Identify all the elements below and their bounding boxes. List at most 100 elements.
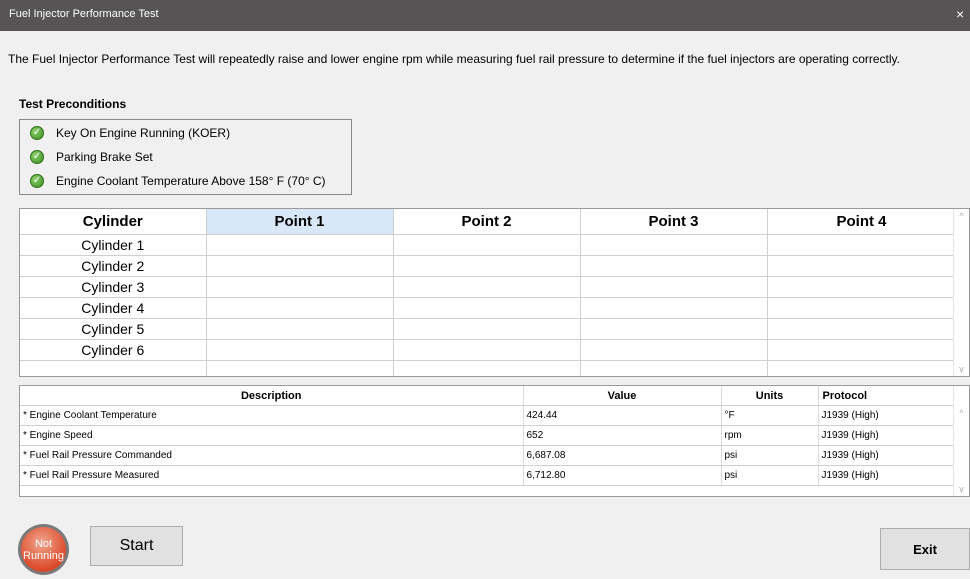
- precondition-item: ✓ Parking Brake Set: [30, 147, 153, 167]
- check-icon: ✓: [30, 174, 44, 188]
- precondition-item: ✓ Key On Engine Running (KOER): [30, 123, 230, 143]
- cylinder-name: Cylinder 3: [20, 276, 207, 298]
- window-title: Fuel Injector Performance Test: [9, 8, 159, 20]
- table-cell: [580, 255, 768, 277]
- table-cell: [206, 339, 394, 361]
- table-cell: [580, 276, 768, 298]
- table-cell: [767, 360, 957, 376]
- table-cell: [767, 276, 957, 298]
- col-header-units[interactable]: Units: [721, 386, 819, 406]
- status-line-1: Not: [34, 537, 53, 550]
- table-row[interactable]: * Fuel Rail Pressure Measured 6,712.80 p…: [20, 465, 957, 486]
- col-header-value[interactable]: Value: [523, 386, 722, 406]
- data-table-scrollbar[interactable]: ^ v: [953, 386, 969, 496]
- units-cell: rpm: [721, 425, 819, 446]
- cylinder-name: Cylinder 1: [20, 234, 207, 256]
- table-cell: [393, 360, 581, 376]
- precondition-label: Engine Coolant Temperature Above 158° F …: [56, 174, 326, 188]
- protocol-cell: J1939 (High): [818, 465, 957, 486]
- table-cell: [580, 297, 768, 319]
- table-cell: [20, 360, 207, 376]
- table-cell: [767, 318, 957, 340]
- table-row[interactable]: Cylinder 1: [20, 234, 957, 256]
- col-header-point-3[interactable]: Point 3: [580, 209, 768, 235]
- check-icon: ✓: [30, 150, 44, 164]
- table-cell: [206, 360, 394, 376]
- protocol-cell: J1939 (High): [818, 405, 957, 426]
- table-cell: [580, 339, 768, 361]
- table-cell: [393, 318, 581, 340]
- table-cell: [580, 360, 768, 376]
- preconditions-title: Test Preconditions: [19, 97, 127, 111]
- table-cell: [580, 234, 768, 256]
- status-line-2: Running: [23, 549, 64, 562]
- scroll-down-icon[interactable]: v: [954, 364, 969, 374]
- protocol-cell: J1939 (High): [818, 445, 957, 466]
- col-header-cylinder[interactable]: Cylinder: [20, 209, 207, 235]
- units-cell: psi: [721, 445, 819, 466]
- cylinder-name: Cylinder 5: [20, 318, 207, 340]
- scroll-up-icon[interactable]: ^: [954, 408, 969, 418]
- table-row[interactable]: Cylinder 2: [20, 255, 957, 277]
- value-cell: 6,712.80: [523, 465, 722, 486]
- col-header-protocol[interactable]: Protocol: [818, 386, 957, 406]
- cylinder-name: Cylinder 2: [20, 255, 207, 277]
- cylinder-name: Cylinder 6: [20, 339, 207, 361]
- scroll-up-icon[interactable]: ^: [954, 211, 969, 221]
- table-row[interactable]: Cylinder 6: [20, 339, 957, 361]
- table-cell: [767, 339, 957, 361]
- value-cell: 6,687.08: [523, 445, 722, 466]
- check-icon: ✓: [30, 126, 44, 140]
- table-row[interactable]: Cylinder 3: [20, 276, 957, 298]
- value-cell: 652: [523, 425, 722, 446]
- cylinder-table-scrollbar[interactable]: ^ v: [953, 209, 969, 376]
- precondition-label: Parking Brake Set: [56, 150, 153, 164]
- description-cell: * Engine Coolant Temperature: [20, 405, 524, 426]
- precondition-label: Key On Engine Running (KOER): [56, 126, 231, 140]
- cylinder-table-header: Cylinder Point 1 Point 2 Point 3 Point 4: [20, 209, 957, 235]
- table-row[interactable]: * Engine Speed 652 rpm J1939 (High): [20, 425, 957, 446]
- table-cell: [393, 339, 581, 361]
- cylinder-table: Cylinder Point 1 Point 2 Point 3 Point 4…: [20, 209, 957, 376]
- data-table-panel: Description Value Units Protocol * Engin…: [19, 385, 970, 497]
- col-header-point-1[interactable]: Point 1: [206, 209, 394, 235]
- table-cell: [580, 318, 768, 340]
- exit-button[interactable]: Exit: [880, 528, 970, 570]
- col-header-point-4[interactable]: Point 4: [767, 209, 957, 235]
- table-cell: [767, 255, 957, 277]
- table-cell: [767, 234, 957, 256]
- units-cell: °F: [721, 405, 819, 426]
- table-cell: [206, 255, 394, 277]
- description-cell: * Fuel Rail Pressure Commanded: [20, 445, 524, 466]
- table-cell: [767, 297, 957, 319]
- table-row[interactable]: * Fuel Rail Pressure Commanded 6,687.08 …: [20, 445, 957, 466]
- table-row[interactable]: Cylinder 4: [20, 297, 957, 319]
- close-icon[interactable]: ×: [956, 6, 970, 22]
- start-button[interactable]: Start: [90, 526, 183, 566]
- table-cell: [206, 318, 394, 340]
- table-cell: [393, 276, 581, 298]
- table-cell: [393, 255, 581, 277]
- table-cell: [206, 276, 394, 298]
- units-cell: psi: [721, 465, 819, 486]
- table-row: [20, 360, 957, 376]
- cylinder-table-panel: Cylinder Point 1 Point 2 Point 3 Point 4…: [19, 208, 970, 377]
- table-row[interactable]: * Engine Coolant Temperature 424.44 °F J…: [20, 405, 957, 426]
- value-cell: 424.44: [523, 405, 722, 426]
- data-table-header: Description Value Units Protocol: [20, 386, 957, 406]
- table-cell: [393, 297, 581, 319]
- table-cell: [206, 297, 394, 319]
- description-cell: * Engine Speed: [20, 425, 524, 446]
- table-row[interactable]: Cylinder 5: [20, 318, 957, 340]
- table-cell: [206, 234, 394, 256]
- col-header-description[interactable]: Description: [20, 386, 524, 406]
- col-header-point-2[interactable]: Point 2: [393, 209, 581, 235]
- data-table: Description Value Units Protocol * Engin…: [20, 386, 957, 486]
- preconditions-box: ✓ Key On Engine Running (KOER) ✓ Parking…: [19, 119, 352, 195]
- intro-text: The Fuel Injector Performance Test will …: [8, 52, 900, 66]
- title-bar: Fuel Injector Performance Test ×: [0, 0, 970, 31]
- description-cell: * Fuel Rail Pressure Measured: [20, 465, 524, 486]
- cylinder-name: Cylinder 4: [20, 297, 207, 319]
- protocol-cell: J1939 (High): [818, 425, 957, 446]
- scroll-down-icon[interactable]: v: [954, 484, 969, 494]
